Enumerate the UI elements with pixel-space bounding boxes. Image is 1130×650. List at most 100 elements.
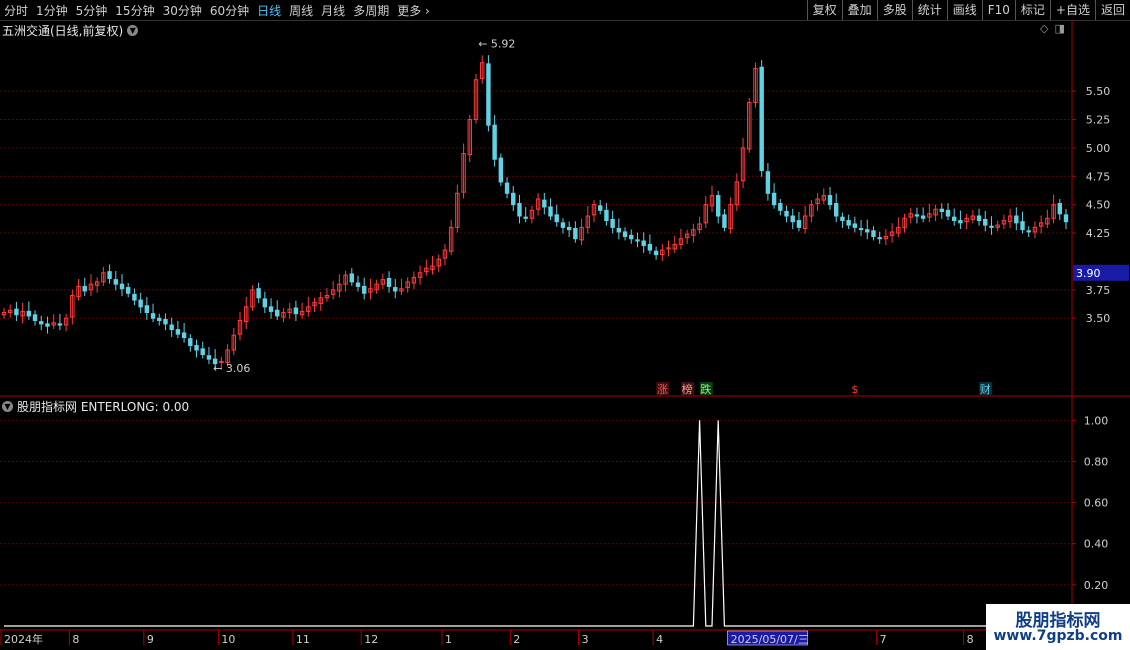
candle-body-123 — [765, 171, 771, 194]
candle-body-33 — [206, 355, 212, 360]
candle-body-157 — [976, 215, 982, 222]
event-marker-2: 跌 — [700, 382, 711, 396]
candle-body-18 — [113, 279, 118, 285]
candle-body-84 — [523, 216, 528, 219]
candle-body-126 — [784, 210, 789, 217]
low-price-label: ← 3.06 — [213, 362, 250, 375]
candle-body-141 — [877, 237, 882, 240]
event-marker-3: $ — [851, 383, 858, 396]
candle-body-26 — [163, 318, 168, 325]
candle-body-99 — [616, 228, 622, 233]
candle-body-136 — [846, 220, 851, 226]
candle-body-159 — [989, 225, 994, 228]
price-tick-label-2: 5.00 — [1086, 142, 1111, 155]
price-tick-label-1: 5.25 — [1086, 113, 1111, 126]
candle-body-138 — [858, 228, 864, 231]
candle-body-102 — [635, 239, 640, 242]
candle-body-81 — [504, 182, 510, 194]
ind-tick-label-2: 0.60 — [1084, 497, 1109, 510]
candle-body-128 — [796, 220, 802, 228]
candle-body-134 — [834, 203, 839, 217]
candle-body-122 — [759, 66, 764, 172]
date-label-0: 2024年 — [4, 632, 43, 646]
event-marker-1: 榜 — [682, 382, 693, 396]
price-tick-label-5: 4.25 — [1086, 227, 1111, 240]
candle-body-27 — [169, 324, 174, 331]
candle-body-7 — [45, 323, 50, 327]
candle-body-171 — [1063, 214, 1069, 223]
price-tick-label-0: 5.50 — [1086, 85, 1111, 98]
candle-body-82 — [511, 192, 516, 206]
candle-body-101 — [629, 234, 634, 240]
candle-body-164 — [1020, 221, 1025, 231]
candle-body-125 — [778, 203, 783, 211]
candle-body-97 — [604, 209, 609, 222]
candle-body-79 — [492, 124, 497, 160]
candle-body-29 — [181, 332, 187, 339]
current-price-label: 3.90 — [1076, 267, 1101, 280]
candle-body-83 — [517, 203, 522, 217]
candle-body-92 — [573, 228, 578, 240]
candle-body-58 — [362, 285, 367, 294]
candle-body-13 — [82, 285, 87, 292]
date-label-9: 4 — [656, 633, 663, 646]
candle-body-90 — [560, 222, 566, 228]
candle-body-103 — [641, 240, 646, 247]
candle-body-31 — [194, 344, 199, 351]
candle-body-89 — [554, 214, 559, 223]
candle-body-4 — [26, 310, 32, 317]
candle-body-28 — [175, 329, 181, 335]
candle-body-100 — [622, 231, 628, 237]
date-label-5: 12 — [364, 633, 378, 646]
candle-body-105 — [653, 250, 659, 256]
candle-body-42 — [262, 298, 268, 308]
candle-body-88 — [548, 206, 553, 217]
candle-body-124 — [771, 192, 777, 206]
candle-body-9 — [57, 323, 63, 326]
ind-tick-label-4: 0.20 — [1084, 579, 1109, 592]
candle-body-6 — [39, 321, 44, 325]
candle-body-116 — [722, 214, 727, 228]
date-label-11: 7 — [880, 633, 887, 646]
candle-body-56 — [349, 273, 354, 283]
candle-body-152 — [945, 209, 951, 217]
candle-body-47 — [293, 307, 299, 315]
date-label-12: 8 — [967, 633, 974, 646]
candle-body-163 — [1014, 215, 1019, 224]
date-label-6: 1 — [445, 633, 452, 646]
date-label-1: 8 — [72, 633, 79, 646]
candle-body-137 — [852, 223, 858, 228]
candle-body-19 — [119, 283, 125, 290]
date-label-10: 2025/05/07/三 — [731, 633, 809, 646]
chart-canvas: 5.50 5.25 5.00 4.75 4.50 4.25 3.75 3.50 3.90 ← 5.… — [0, 20, 1130, 646]
candle-body-43 — [268, 306, 274, 312]
candle-body-25 — [157, 317, 162, 321]
candle-body-91 — [566, 226, 572, 231]
candle-body-127 — [790, 215, 795, 223]
high-price-label: ← 5.92 — [478, 37, 515, 50]
candle-body-158 — [983, 218, 988, 226]
ind-tick-label-0: 1.00 — [1084, 414, 1109, 427]
price-tick-label-7: 3.50 — [1086, 312, 1111, 325]
candle-body-151 — [939, 208, 944, 212]
ind-tick-label-3: 0.40 — [1084, 538, 1109, 551]
enterlong-line — [4, 420, 1066, 627]
price-tick-label-3: 4.75 — [1086, 170, 1111, 183]
candle-body-2 — [14, 308, 19, 316]
ind-tick-label-1: 0.80 — [1084, 455, 1109, 468]
date-label-2: 9 — [147, 633, 154, 646]
candle-body-139 — [865, 229, 870, 233]
date-label-3: 10 — [221, 633, 235, 646]
event-marker-0: 涨 — [657, 383, 668, 396]
candle-body-32 — [200, 348, 205, 356]
candle-body-154 — [958, 220, 963, 224]
candle-body-17 — [107, 271, 112, 279]
candle-body-63 — [393, 287, 398, 292]
price-tick-label-4: 4.50 — [1086, 199, 1111, 212]
candle-body-21 — [132, 293, 137, 301]
candle-body-5 — [32, 314, 38, 321]
candle-body-87 — [542, 199, 547, 208]
candle-body-22 — [138, 299, 143, 308]
candle-body-24 — [150, 313, 156, 319]
candle-body-57 — [355, 282, 361, 287]
